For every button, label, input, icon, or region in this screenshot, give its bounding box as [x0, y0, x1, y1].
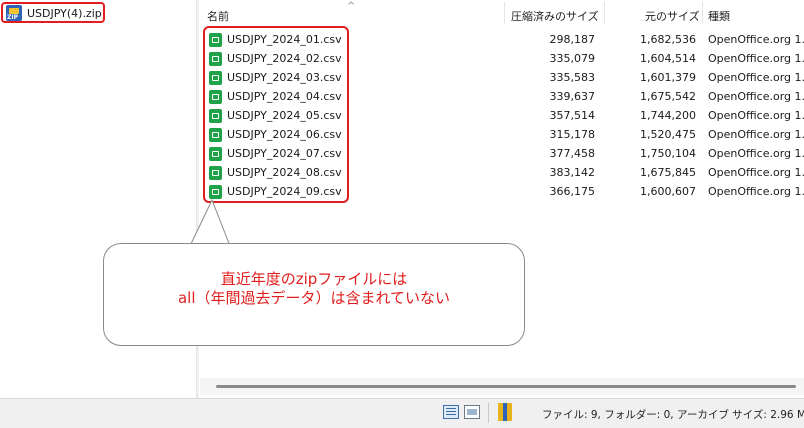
file-type: OpenOffice.org 1.1 — [708, 90, 804, 103]
file-type: OpenOffice.org 1.1 — [708, 185, 804, 198]
tree-highlight-box — [1, 2, 105, 23]
file-compressed-size: 339,637 — [549, 90, 596, 103]
file-original-size: 1,604,514 — [640, 52, 696, 65]
status-summary: ファイル: 9, フォルダー: 0, アーカイブ サイズ: 2.96 MB — [542, 409, 804, 421]
column-header-original[interactable]: 元のサイズ — [645, 8, 700, 24]
file-compressed-size: 377,458 — [549, 147, 596, 160]
callout-seam — [207, 244, 233, 246]
callout-line-1: 直近年度のzipファイルには — [220, 270, 408, 288]
archive-icon — [498, 403, 512, 421]
sort-caret-icon: ^ — [347, 1, 356, 12]
file-compressed-size: 335,079 — [549, 52, 596, 65]
file-compressed-size: 383,142 — [549, 166, 596, 179]
file-type: OpenOffice.org 1.1 — [708, 109, 804, 122]
column-header: ^ 名前 圧縮済みのサイズ 元のサイズ 種類 — [200, 0, 804, 28]
file-type: OpenOffice.org 1.1 — [708, 147, 804, 160]
callout-tail — [189, 198, 231, 247]
column-header-name[interactable]: 名前 — [207, 8, 229, 24]
file-original-size: 1,750,104 — [640, 147, 696, 160]
file-type: OpenOffice.org 1.1 — [708, 52, 804, 65]
status-divider — [488, 403, 489, 423]
file-original-size: 1,744,200 — [640, 109, 696, 122]
file-original-size: 1,675,542 — [640, 90, 696, 103]
file-original-size: 1,601,379 — [640, 71, 696, 84]
files-highlight-box — [203, 26, 349, 203]
annotation-callout: 直近年度のzipファイルには all（年間過去データ）は含まれていない — [103, 243, 525, 346]
file-original-size: 1,682,536 — [640, 33, 696, 46]
tiles-view-icon[interactable] — [464, 405, 480, 419]
column-header-compressed[interactable]: 圧縮済みのサイズ — [511, 8, 599, 24]
file-type: OpenOffice.org 1.1 — [708, 33, 804, 46]
file-type: OpenOffice.org 1.1 — [708, 128, 804, 141]
column-divider[interactable] — [504, 2, 505, 24]
file-compressed-size: 298,187 — [549, 33, 596, 46]
details-view-icon[interactable] — [443, 405, 459, 419]
file-original-size: 1,675,845 — [640, 166, 696, 179]
file-compressed-size: 315,178 — [549, 128, 596, 141]
file-compressed-size: 357,514 — [549, 109, 596, 122]
horizontal-scrollbar[interactable] — [200, 378, 804, 395]
column-header-type[interactable]: 種類 — [708, 8, 730, 24]
callout-line-2: all（年間過去データ）は含まれていない — [177, 289, 451, 307]
column-divider[interactable] — [604, 2, 605, 24]
file-compressed-size: 366,175 — [549, 185, 596, 198]
scrollbar-thumb[interactable] — [216, 385, 796, 388]
status-bar: ファイル: 9, フォルダー: 0, アーカイブ サイズ: 2.96 MB — [0, 398, 804, 428]
file-original-size: 1,520,475 — [640, 128, 696, 141]
column-divider[interactable] — [702, 2, 703, 24]
file-type: OpenOffice.org 1.1 — [708, 71, 804, 84]
file-compressed-size: 335,583 — [549, 71, 596, 84]
file-original-size: 1,600,607 — [640, 185, 696, 198]
file-type: OpenOffice.org 1.1 — [708, 166, 804, 179]
